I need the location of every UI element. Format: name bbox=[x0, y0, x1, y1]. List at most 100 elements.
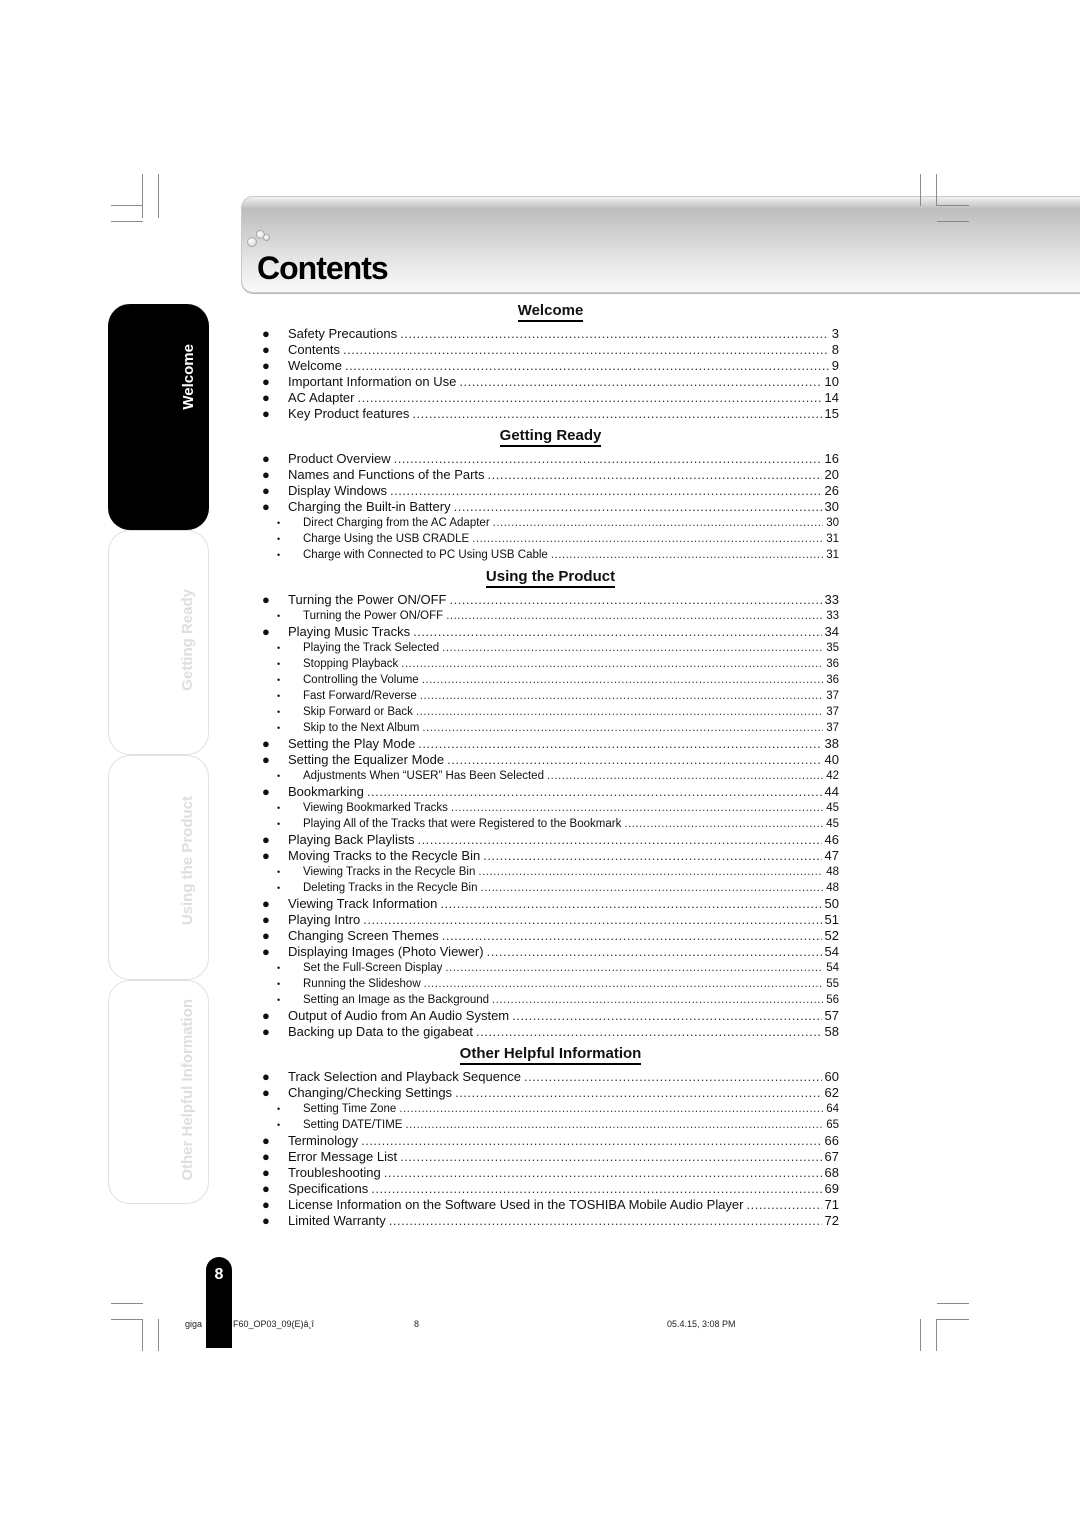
toc-entry[interactable]: ● Playing Music Tracks 34 bbox=[262, 624, 839, 640]
toc-subentry[interactable]: • Stopping Playback 36 bbox=[262, 656, 839, 672]
bullet-icon: ● bbox=[262, 832, 270, 847]
toc-entry[interactable]: ● Display Windows 26 bbox=[262, 483, 839, 499]
toc-entry[interactable]: ● Limited Warranty 72 bbox=[262, 1213, 839, 1229]
toc-entry[interactable]: ● Contents 8 bbox=[262, 342, 839, 358]
toc-subentry[interactable]: • Charge Using the USB CRADLE 31 bbox=[262, 531, 839, 547]
toc-entry[interactable]: ● Setting the Equalizer Mode 40 bbox=[262, 752, 839, 768]
side-tab-other-helpful-information[interactable]: Other Helpful Information bbox=[108, 980, 209, 1204]
entry-title: Troubleshooting bbox=[288, 1165, 381, 1180]
toc-entry[interactable]: ● Safety Precautions 3 bbox=[262, 326, 839, 342]
toc-entry[interactable]: ● Bookmarking 44 bbox=[262, 784, 839, 800]
entry-page-number: 3 bbox=[831, 326, 839, 341]
toc-subentry[interactable]: • Setting DATE/TIME 65 bbox=[262, 1117, 839, 1133]
entry-page-number: 50 bbox=[824, 896, 839, 911]
toc-subentry[interactable]: • Controlling the Volume 36 bbox=[262, 672, 839, 688]
toc-subentry[interactable]: • Charge with Connected to PC Using USB C… bbox=[262, 547, 839, 563]
toc-entry[interactable]: ● Specifications 69 bbox=[262, 1181, 839, 1197]
entry-title: Playing Intro bbox=[288, 912, 361, 927]
small-bullet-icon: • bbox=[277, 723, 281, 733]
entry-title: License Information on the Software Used… bbox=[288, 1197, 744, 1212]
small-bullet-icon: • bbox=[277, 963, 281, 973]
toc-entry[interactable]: ● Backing up Data to the gigabeat 58 bbox=[262, 1024, 839, 1040]
bullet-icon: ● bbox=[262, 736, 270, 751]
entry-page-number: 45 bbox=[826, 818, 839, 830]
dot-leader bbox=[454, 499, 822, 515]
entry-title: Welcome bbox=[288, 358, 342, 373]
toc-entry[interactable]: ● Setting the Play Mode 38 bbox=[262, 736, 839, 752]
crop-mark bbox=[111, 1319, 143, 1320]
small-bullet-icon: • bbox=[277, 883, 281, 893]
side-tab-welcome[interactable]: Welcome bbox=[108, 304, 209, 530]
side-tab-getting-ready[interactable]: Getting Ready bbox=[108, 530, 209, 755]
bullet-icon: ● bbox=[262, 406, 270, 421]
dot-leader bbox=[442, 928, 822, 944]
toc-entry[interactable]: ● Changing Screen Themes 52 bbox=[262, 928, 839, 944]
dot-leader bbox=[492, 992, 823, 1008]
toc-entry[interactable]: ● Names and Functions of the Parts 20 bbox=[262, 467, 839, 483]
dot-leader bbox=[358, 390, 822, 406]
entry-page-number: 58 bbox=[824, 1024, 839, 1039]
toc-subentry[interactable]: • Skip to the Next Album 37 bbox=[262, 720, 839, 736]
small-bullet-icon: • bbox=[277, 550, 281, 560]
toc-subentry[interactable]: • Playing the Track Selected 35 bbox=[262, 640, 839, 656]
entry-page-number: 52 bbox=[824, 928, 839, 943]
toc-subentry[interactable]: • Adjustments When “USER” Has Been Select… bbox=[262, 768, 839, 784]
dot-leader bbox=[422, 720, 823, 736]
toc-subentry[interactable]: • Viewing Tracks in the Recycle Bin 48 bbox=[262, 864, 839, 880]
toc-entry[interactable]: ● Key Product features 15 bbox=[262, 406, 839, 422]
dot-leader bbox=[488, 467, 822, 483]
toc-subentry[interactable]: • Running the Slideshow 55 bbox=[262, 976, 839, 992]
toc-entry[interactable]: ● AC Adapter 14 bbox=[262, 390, 839, 406]
entry-title: Direct Charging from the AC Adapter bbox=[303, 517, 490, 529]
toc-subentry[interactable]: • Direct Charging from the AC Adapter 30 bbox=[262, 515, 839, 531]
toc-entry[interactable]: ● Moving Tracks to the Recycle Bin 47 bbox=[262, 848, 839, 864]
toc-entry[interactable]: ● Important Information on Use 10 bbox=[262, 374, 839, 390]
dot-leader bbox=[487, 944, 822, 960]
entry-page-number: 66 bbox=[824, 1133, 839, 1148]
toc-subentry[interactable]: • Set the Full-Screen Display 54 bbox=[262, 960, 839, 976]
toc-subentry[interactable]: • Setting an Image as the Background 56 bbox=[262, 992, 839, 1008]
toc-entry[interactable]: ● Playing Back Playlists 46 bbox=[262, 832, 839, 848]
bullet-icon: ● bbox=[262, 896, 270, 911]
toc-subentry[interactable]: • Turning the Power ON/OFF 33 bbox=[262, 608, 839, 624]
toc-entry[interactable]: ● Terminology 66 bbox=[262, 1133, 839, 1149]
toc-entry[interactable]: ● Changing/Checking Settings 62 bbox=[262, 1085, 839, 1101]
toc-entry[interactable]: ● Troubleshooting 68 bbox=[262, 1165, 839, 1181]
toc-entry[interactable]: ● Turning the Power ON/OFF 33 bbox=[262, 592, 839, 608]
dot-leader bbox=[343, 342, 829, 358]
toc-entry[interactable]: ● Product Overview 16 bbox=[262, 451, 839, 467]
entry-page-number: 37 bbox=[826, 690, 839, 702]
dot-leader bbox=[412, 406, 821, 422]
dot-leader bbox=[394, 451, 822, 467]
small-bullet-icon: • bbox=[277, 995, 281, 1005]
toc-entry[interactable]: ● Output of Audio from An Audio System 57 bbox=[262, 1008, 839, 1024]
toc-entry[interactable]: ● Playing Intro 51 bbox=[262, 912, 839, 928]
entry-page-number: 65 bbox=[826, 1119, 839, 1131]
side-tab-using-the-product[interactable]: Using the Product bbox=[108, 755, 209, 980]
dot-leader bbox=[451, 800, 823, 816]
toc-entry[interactable]: ● Error Message List 67 bbox=[262, 1149, 839, 1165]
crop-mark bbox=[142, 1319, 143, 1351]
page-title: Contents bbox=[257, 250, 389, 286]
small-bullet-icon: • bbox=[277, 675, 281, 685]
toc-entry[interactable]: ● License Information on the Software Use… bbox=[262, 1197, 839, 1213]
toc-subentry[interactable]: • Fast Forward/Reverse 37 bbox=[262, 688, 839, 704]
bullet-icon: ● bbox=[262, 1133, 270, 1148]
toc-entry[interactable]: ● Viewing Track Information 50 bbox=[262, 896, 839, 912]
toc-entry[interactable]: ● Welcome 9 bbox=[262, 358, 839, 374]
toc-subentry[interactable]: • Deleting Tracks in the Recycle Bin 48 bbox=[262, 880, 839, 896]
toc-subentry[interactable]: • Playing All of the Tracks that were Reg… bbox=[262, 816, 839, 832]
dot-leader bbox=[367, 784, 822, 800]
page-number: 8 bbox=[214, 1266, 224, 1283]
toc-subentry[interactable]: • Setting Time Zone 64 bbox=[262, 1101, 839, 1117]
entry-title: Setting Time Zone bbox=[303, 1103, 397, 1115]
entry-page-number: 68 bbox=[824, 1165, 839, 1180]
toc-entry[interactable]: ● Charging the Built-in Battery 30 bbox=[262, 499, 839, 515]
crop-mark bbox=[937, 1303, 969, 1304]
bullet-icon: ● bbox=[262, 624, 270, 639]
toc-subentry[interactable]: • Skip Forward or Back 37 bbox=[262, 704, 839, 720]
toc-entry[interactable]: ● Displaying Images (Photo Viewer) 54 bbox=[262, 944, 839, 960]
toc-entry[interactable]: ● Track Selection and Playback Sequence 60 bbox=[262, 1069, 839, 1085]
toc-subentry[interactable]: • Viewing Bookmarked Tracks 45 bbox=[262, 800, 839, 816]
crop-mark bbox=[920, 1319, 921, 1351]
